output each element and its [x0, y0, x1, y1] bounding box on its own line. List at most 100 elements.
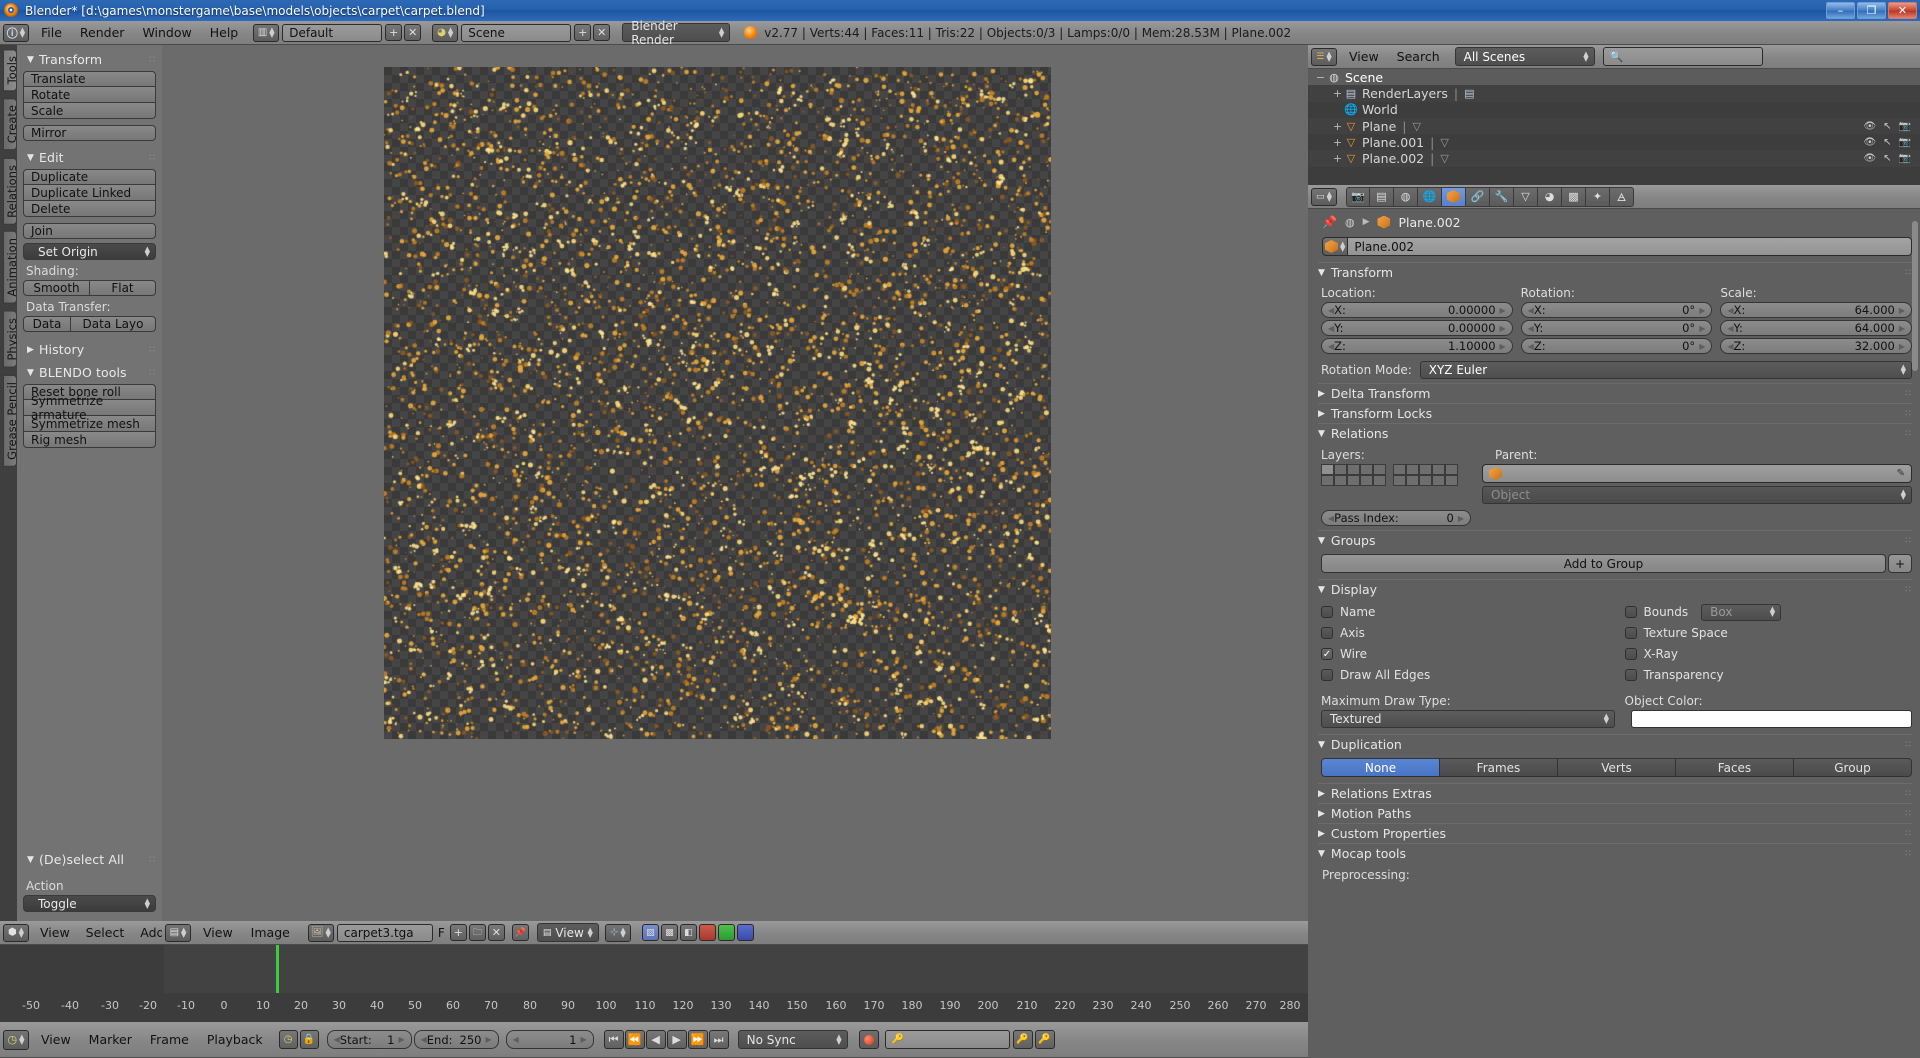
new-scene-button[interactable]: +	[574, 24, 591, 41]
lock-frame-button[interactable]: 🔒	[300, 1030, 319, 1049]
action-toggle-dropdown[interactable]: Toggle ▲▼	[23, 895, 156, 912]
close-button[interactable]: ✕	[1888, 2, 1917, 19]
panel-header-relations-extras[interactable]: ▶ Relations Extras ∷	[1318, 783, 1912, 803]
renderlayer-data-icon[interactable]: ▤	[1464, 87, 1474, 100]
tool-mirror-button[interactable]: Mirror	[23, 125, 156, 141]
layer-cell[interactable]	[1373, 464, 1386, 475]
display-checkbox-bounds[interactable]: BoundsBox▲▼	[1625, 603, 1913, 621]
tool-symmetrize-armature-button[interactable]: Symmetrize armature	[23, 400, 156, 416]
panel-header-duplication[interactable]: ▼ Duplication ∷	[1318, 734, 1912, 754]
end-frame-field[interactable]: ◀ End: 250 ▶	[414, 1030, 499, 1049]
texture-preview-canvas[interactable]	[384, 67, 1051, 739]
image-menu-view[interactable]: View	[194, 921, 242, 945]
restrict-view-icon[interactable]: 👁	[1863, 137, 1876, 148]
keying-set-field[interactable]: 🔑	[885, 1030, 1010, 1049]
duplication-option-none[interactable]: None	[1321, 758, 1440, 777]
object-name-field[interactable]: Plane.002	[1348, 237, 1912, 256]
restrict-render-icon[interactable]: 📷	[1899, 153, 1911, 164]
panel-header-motion-paths[interactable]: ▶ Motion Paths ∷	[1318, 803, 1912, 823]
view3d-menu-view[interactable]: View	[32, 921, 78, 945]
mesh-data-icon[interactable]: ▽	[1440, 152, 1448, 165]
layer-cell[interactable]	[1406, 475, 1419, 486]
object-browse-icon[interactable]: ▲▼	[1322, 237, 1348, 256]
duplication-option-faces[interactable]: Faces	[1676, 758, 1794, 777]
data-transfer-data-layout-button[interactable]: Data Layo	[71, 316, 156, 332]
outliner-display-mode-dropdown[interactable]: All Scenes ▲▼	[1455, 47, 1595, 66]
properties-tab-texture[interactable]: ▩	[1562, 187, 1586, 207]
rotation-z-field[interactable]: ◀Z:0°▶	[1521, 338, 1713, 354]
layer-cell[interactable]	[1393, 464, 1406, 475]
panel-header-delta-transform[interactable]: ▶ Delta Transform ∷	[1318, 383, 1912, 403]
properties-tab-renderlayers[interactable]: ▤	[1370, 187, 1394, 207]
layer-cell[interactable]	[1347, 475, 1360, 486]
outliner-expander-icon[interactable]: −	[1314, 71, 1327, 84]
location-x-field[interactable]: ◀X:0.00000▶	[1321, 302, 1513, 318]
menu-help[interactable]: Help	[201, 21, 248, 45]
image-browse-icon[interactable]: 🖼▲▼	[308, 924, 334, 942]
properties-tab-modifiers[interactable]: 🔧	[1490, 187, 1514, 207]
display-checkbox-transparency[interactable]: Transparency	[1625, 666, 1913, 684]
panel-header-groups[interactable]: ▼ Groups ∷	[1318, 530, 1912, 550]
channel-blue-button[interactable]	[737, 924, 754, 941]
properties-tab-constraints[interactable]: 🔗	[1466, 187, 1490, 207]
properties-tab-physics[interactable]: 🜁	[1610, 187, 1634, 207]
panel-header-mocap-tools[interactable]: ▼ Mocap tools ∷	[1318, 843, 1912, 863]
display-checkbox-name[interactable]: Name	[1321, 603, 1609, 621]
layer-cell[interactable]	[1445, 464, 1458, 475]
layer-cell[interactable]	[1334, 464, 1347, 475]
timeline-playhead[interactable]	[276, 945, 279, 993]
scale-y-field[interactable]: ◀Y:64.000▶	[1720, 320, 1912, 336]
display-checkbox-x-ray[interactable]: X-Ray	[1625, 645, 1913, 663]
duplication-option-verts[interactable]: Verts	[1558, 758, 1676, 777]
shading-smooth-button[interactable]: Smooth	[23, 280, 90, 296]
timeline-menu-playback[interactable]: Playback	[198, 1028, 272, 1052]
checkbox-icon[interactable]	[1321, 606, 1333, 618]
properties-tab-world[interactable]: 🌐	[1418, 187, 1442, 207]
timeline-menu-frame[interactable]: Frame	[141, 1028, 198, 1052]
panel-header-custom-properties[interactable]: ▶ Custom Properties ∷	[1318, 823, 1912, 843]
rotation-mode-dropdown[interactable]: XYZ Euler ▲▼	[1420, 361, 1912, 379]
display-checkbox-axis[interactable]: Axis	[1321, 624, 1609, 642]
jump-prev-keyframe-button[interactable]: ⏪	[625, 1030, 645, 1049]
toolshelf-tab-relations[interactable]: Relations	[3, 158, 17, 225]
panel-header-relations[interactable]: ▼ Relations ∷	[1318, 423, 1912, 443]
layers-group-top[interactable]	[1321, 464, 1386, 486]
timeline-track-area[interactable]	[0, 945, 1308, 993]
properties-tab-material[interactable]: ◕	[1538, 187, 1562, 207]
display-checkbox-wire[interactable]: ✓Wire	[1321, 645, 1609, 663]
layer-cell[interactable]	[1393, 475, 1406, 486]
display-checkbox-draw-all-edges[interactable]: Draw All Edges	[1321, 666, 1609, 684]
outliner-row[interactable]: +▽Plane.001|▽👁↖📷	[1308, 134, 1920, 150]
pin-id-icon[interactable]: 📌	[1322, 215, 1337, 229]
rotation-x-field[interactable]: ◀X:0°▶	[1521, 302, 1713, 318]
outliner-row[interactable]: +▤RenderLayers|▤	[1308, 85, 1920, 101]
outliner-expander-icon[interactable]: +	[1331, 87, 1344, 100]
restrict-view-icon[interactable]: 👁	[1863, 121, 1876, 132]
editor-type-properties-icon[interactable]: ▭▲▼	[1311, 188, 1337, 206]
restrict-render-icon[interactable]: 📷	[1899, 137, 1911, 148]
duplication-option-frames[interactable]: Frames	[1440, 758, 1558, 777]
outliner-row[interactable]: +▽Plane|▽👁↖📷	[1308, 118, 1920, 134]
layers-group-bottom[interactable]	[1393, 464, 1458, 486]
scene-browse-icon[interactable]: ◕▲▼	[432, 24, 458, 42]
data-transfer-data-button[interactable]: Data	[23, 316, 71, 332]
display-channels-zbuffer-button[interactable]: ◧	[680, 924, 697, 941]
layer-cell[interactable]	[1321, 475, 1334, 486]
channel-green-button[interactable]	[718, 924, 735, 941]
shading-flat-button[interactable]: Flat	[90, 280, 156, 296]
display-channels-color-button[interactable]: ▨	[642, 924, 659, 941]
delete-screen-layout-button[interactable]: ✕	[404, 24, 421, 41]
object-color-swatch[interactable]	[1631, 710, 1912, 728]
jump-to-start-button[interactable]: ⏮	[604, 1030, 624, 1049]
checkbox-icon[interactable]	[1321, 627, 1333, 639]
editor-type-outliner-icon[interactable]: ☰▲▼	[1311, 48, 1337, 66]
outliner-menu-search[interactable]: Search	[1388, 45, 1449, 69]
panel-header-edit[interactable]: ▼ Edit ∷	[17, 148, 162, 169]
display-channels-alpha-button[interactable]: ▩	[661, 924, 678, 941]
layer-cell[interactable]	[1419, 475, 1432, 486]
new-group-button[interactable]: +	[1888, 554, 1912, 573]
insert-keyframe-button[interactable]: 🔑	[1013, 1030, 1033, 1049]
delete-keyframe-button[interactable]: 🔑	[1035, 1030, 1055, 1049]
duplication-option-group[interactable]: Group	[1794, 758, 1912, 777]
jump-to-end-button[interactable]: ⏭	[709, 1030, 729, 1049]
